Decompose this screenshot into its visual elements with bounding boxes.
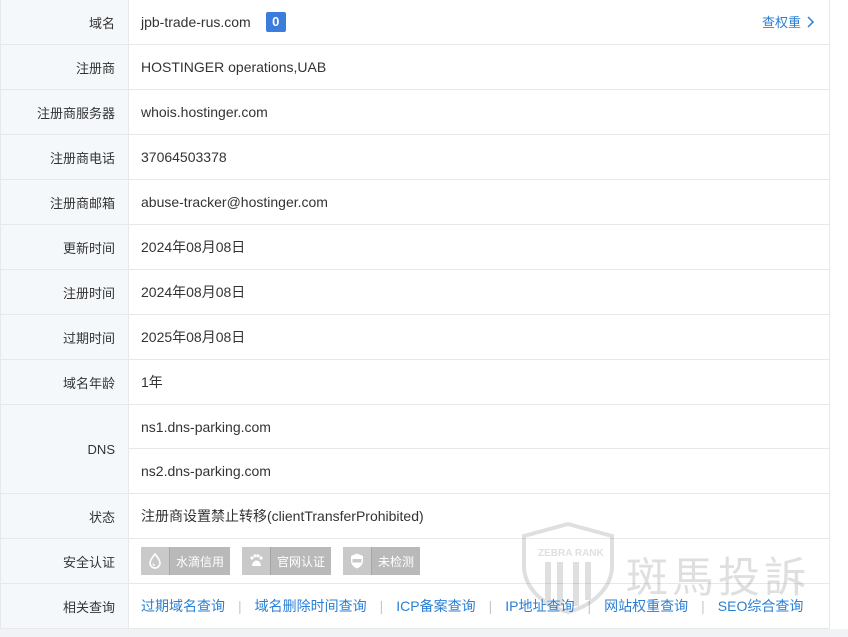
ssl-shield-icon <box>343 547 373 575</box>
security-certs: 水滴信用 官网认证 未检测 <box>129 539 830 583</box>
row-updated: 更新时间 2024年08月08日 <box>0 225 830 270</box>
domain-name: jpb-trade-rus.com <box>141 14 251 30</box>
cert-ssl-label: 未检测 <box>378 554 415 569</box>
chevron-right-icon <box>807 15 815 28</box>
value-registrar-email: abuse-tracker@hostinger.com <box>129 180 830 224</box>
drop-icon <box>141 547 170 575</box>
dns-server-1: ns1.dns-parking.com <box>129 405 829 449</box>
value-registrar-server: whois.hostinger.com <box>129 90 830 134</box>
link-divider: | <box>488 598 493 614</box>
label-updated: 更新时间 <box>0 225 129 269</box>
paw-icon <box>242 547 272 575</box>
value-expires: 2025年08月08日 <box>129 315 830 359</box>
value-registrar: HOSTINGER operations,UAB <box>129 45 830 89</box>
label-related: 相关查询 <box>0 584 129 628</box>
dns-servers: ns1.dns-parking.com ns2.dns-parking.com <box>129 405 830 493</box>
check-weight-label: 查权重 <box>761 15 801 30</box>
row-domain: 域名 jpb-trade-rus.com 0 查权重 <box>0 0 830 45</box>
label-registrar: 注册商 <box>0 45 129 89</box>
link-expired-domain[interactable]: 过期域名查询 <box>141 596 225 616</box>
page-footer-bar <box>0 629 848 637</box>
label-dns: DNS <box>0 405 129 493</box>
label-registered: 注册时间 <box>0 270 129 314</box>
label-expires: 过期时间 <box>0 315 129 359</box>
label-registrar-phone: 注册商电话 <box>0 135 129 179</box>
link-ip[interactable]: IP地址查询 <box>505 596 574 616</box>
row-registered: 注册时间 2024年08月08日 <box>0 270 830 315</box>
link-divider: | <box>238 598 242 614</box>
value-status: 注册商设置禁止转移(clientTransferProhibited) <box>129 494 830 538</box>
link-divider: | <box>701 598 705 614</box>
value-updated: 2024年08月08日 <box>129 225 830 269</box>
row-dns: DNS ns1.dns-parking.com ns2.dns-parking.… <box>0 405 830 494</box>
value-registrar-phone: 37064503378 <box>129 135 830 179</box>
label-security: 安全认证 <box>0 539 129 583</box>
link-seo[interactable]: SEO综合查询 <box>718 596 804 616</box>
check-weight-link[interactable]: 查权重 <box>762 12 815 31</box>
row-registrar: 注册商 HOSTINGER operations,UAB <box>0 45 830 90</box>
row-domain-age: 域名年龄 1年 <box>0 360 830 405</box>
value-domain-cell: jpb-trade-rus.com 0 查权重 <box>129 0 830 44</box>
link-divider: | <box>587 598 592 614</box>
label-registrar-email: 注册商邮箱 <box>0 180 129 224</box>
label-domain-age: 域名年龄 <box>0 360 129 404</box>
cert-official-site-label: 官网认证 <box>277 554 326 569</box>
cert-water-drop[interactable]: 水滴信用 <box>141 547 231 575</box>
link-domain-delete-time[interactable]: 域名删除时间查询 <box>255 596 367 616</box>
domain-count-badge[interactable]: 0 <box>265 12 286 32</box>
dns-server-2: ns2.dns-parking.com <box>141 463 271 479</box>
row-status: 状态 注册商设置禁止转移(clientTransferProhibited) <box>0 494 830 539</box>
value-registered: 2024年08月08日 <box>129 270 830 314</box>
link-icp[interactable]: ICP备案查询 <box>396 596 475 616</box>
row-registrar-server: 注册商服务器 whois.hostinger.com <box>0 90 830 135</box>
row-expires: 过期时间 2025年08月08日 <box>0 315 830 360</box>
link-site-weight[interactable]: 网站权重查询 <box>604 596 688 616</box>
label-registrar-server: 注册商服务器 <box>0 90 129 134</box>
row-related: 相关查询 过期域名查询 | 域名删除时间查询 | ICP备案查询 | IP地址查… <box>0 584 830 629</box>
label-status: 状态 <box>0 494 129 538</box>
label-domain: 域名 <box>0 0 129 44</box>
row-registrar-phone: 注册商电话 37064503378 <box>0 135 830 180</box>
row-registrar-email: 注册商邮箱 abuse-tracker@hostinger.com <box>0 180 830 225</box>
whois-table: 域名 jpb-trade-rus.com 0 查权重 注册商 HOSTINGER… <box>0 0 830 629</box>
cert-official-site[interactable]: 官网认证 <box>242 547 332 575</box>
cert-water-drop-label: 水滴信用 <box>176 554 225 569</box>
row-security: 安全认证 水滴信用 官网认证 未检测 <box>0 539 830 584</box>
related-links: 过期域名查询 | 域名删除时间查询 | ICP备案查询 | IP地址查询 | 网… <box>129 584 830 628</box>
link-divider: | <box>379 598 384 614</box>
cert-ssl[interactable]: 未检测 <box>343 547 421 575</box>
value-domain-age: 1年 <box>129 360 830 404</box>
